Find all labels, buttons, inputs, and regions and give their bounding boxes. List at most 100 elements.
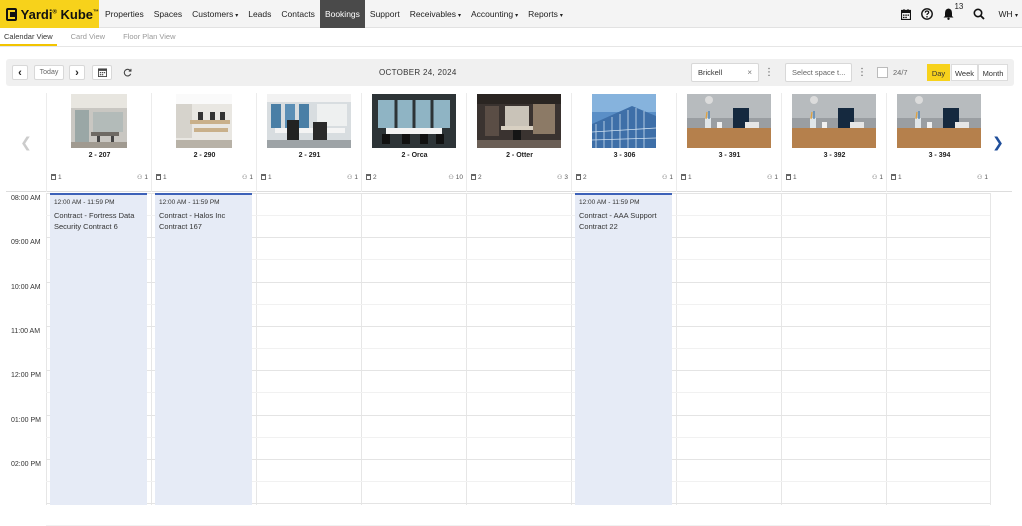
desk-icon bbox=[366, 174, 371, 180]
booking-title: Contract - Fortress Data Security Contra… bbox=[54, 211, 135, 231]
location-select[interactable]: Brickell × bbox=[691, 63, 759, 82]
date-picker-button[interactable] bbox=[92, 65, 112, 80]
resource-meta: 2 ⚇ 10 bbox=[362, 174, 467, 184]
time-label: 10:00 AM bbox=[11, 283, 41, 291]
nav-item-contacts[interactable]: Contacts bbox=[276, 0, 320, 28]
yardi-kube-logo[interactable]: Yardi® Kube™ bbox=[0, 0, 99, 28]
all-day-checkbox[interactable] bbox=[877, 67, 888, 78]
resource-column[interactable]: 2 - 207 1 ⚇ 1 bbox=[46, 93, 151, 192]
clear-location-icon[interactable]: × bbox=[747, 64, 752, 81]
desk-count: 2 bbox=[471, 174, 482, 181]
booking-event[interactable]: 12:00 AM - 11:59 PM Contract - AAA Suppor… bbox=[575, 193, 672, 505]
capacity-count: ⚇ 10 bbox=[448, 174, 463, 181]
capacity-value: 1 bbox=[774, 174, 778, 181]
view-month-button[interactable]: Month bbox=[978, 64, 1008, 81]
resource-meta: 1 ⚇ 1 bbox=[677, 174, 782, 184]
desk-icon bbox=[786, 174, 791, 180]
resource-meta: 1 ⚇ 1 bbox=[887, 174, 992, 184]
desk-count: 1 bbox=[51, 174, 62, 181]
help-icon[interactable] bbox=[921, 8, 934, 20]
resource-column[interactable]: 3 - 392 1 ⚇ 1 bbox=[781, 93, 886, 192]
resource-name: 2 - 290 bbox=[193, 152, 216, 159]
nav-item-bookings[interactable]: Bookings bbox=[319, 0, 365, 28]
capacity-count: ⚇ 1 bbox=[347, 174, 358, 181]
space-type-select[interactable]: Select space t... bbox=[785, 63, 852, 82]
time-label: 09:00 AM bbox=[11, 239, 41, 247]
resource-column[interactable]: 3 - 306 2 ⚇ 1 bbox=[571, 93, 676, 192]
nav-item-label: Spaces bbox=[153, 9, 183, 19]
nav-item-properties[interactable]: Properties bbox=[100, 0, 149, 28]
desk-count-value: 2 bbox=[583, 174, 587, 181]
previous-day-button[interactable]: ‹ bbox=[12, 65, 28, 80]
capacity-value: 3 bbox=[564, 174, 568, 181]
user-menu[interactable]: WH ▾ bbox=[998, 9, 1018, 19]
desk-icon bbox=[471, 174, 476, 180]
nav-item-receivables[interactable]: Receivables ▾ bbox=[405, 0, 466, 28]
notification-count: 13 bbox=[954, 2, 964, 11]
desk-icon bbox=[891, 174, 896, 180]
bell-icon[interactable]: 13 bbox=[943, 2, 963, 20]
desk-icon bbox=[156, 174, 161, 180]
capacity-value: 1 bbox=[669, 174, 673, 181]
calendar-toolbar: ‹ Today › OCTOBER 24, 2024 Brickell × ⋮ … bbox=[6, 59, 1014, 86]
resource-column[interactable]: 3 - 391 1 ⚇ 1 bbox=[676, 93, 781, 192]
logo-text: Yardi bbox=[20, 6, 53, 22]
booking-time: 12:00 AM - 11:59 PM bbox=[54, 199, 115, 206]
resource-meta: 2 ⚇ 3 bbox=[467, 174, 572, 184]
space-options-kebab-icon[interactable]: ⋮ bbox=[855, 63, 869, 82]
view-week-button[interactable]: Week bbox=[951, 64, 978, 81]
desk-count: 2 bbox=[576, 174, 587, 181]
refresh-icon[interactable] bbox=[120, 65, 134, 80]
nav-item-customers[interactable]: Customers ▾ bbox=[187, 0, 243, 28]
scroll-left-arrow-icon[interactable]: ❮ bbox=[6, 93, 46, 192]
people-icon: ⚇ bbox=[871, 174, 878, 181]
nav-item-label: Receivables bbox=[409, 9, 456, 19]
nav-item-leads[interactable]: Leads bbox=[243, 0, 276, 28]
tab-calendar-view[interactable]: Calendar View bbox=[0, 28, 57, 46]
capacity-value: 10 bbox=[455, 174, 463, 181]
resource-column[interactable]: 2 - Otter 2 ⚇ 3 bbox=[466, 93, 571, 192]
resource-column[interactable]: 2 - Orca 2 ⚇ 10 bbox=[361, 93, 466, 192]
time-label: 11:00 AM bbox=[11, 327, 41, 335]
location-options-kebab-icon[interactable]: ⋮ bbox=[762, 63, 776, 82]
nav-item-spaces[interactable]: Spaces bbox=[149, 0, 187, 28]
booking-title: Contract - AAA Support Contract 22 bbox=[579, 211, 657, 231]
resource-column[interactable]: 2 - 290 1 ⚇ 1 bbox=[151, 93, 256, 192]
nav-item-support[interactable]: Support bbox=[365, 0, 405, 28]
booking-time: 12:00 AM - 11:59 PM bbox=[159, 199, 220, 206]
desk-count-value: 1 bbox=[268, 174, 272, 181]
nav-item-accounting[interactable]: Accounting ▾ bbox=[466, 0, 523, 28]
time-label: 01:00 PM bbox=[11, 416, 41, 424]
people-icon: ⚇ bbox=[136, 174, 143, 181]
capacity-count: ⚇ 1 bbox=[872, 174, 883, 181]
time-label: 08:00 AM bbox=[11, 195, 41, 202]
space-photo bbox=[267, 94, 351, 148]
search-icon[interactable] bbox=[973, 8, 986, 20]
resource-column[interactable]: 2 - 291 1 ⚇ 1 bbox=[256, 93, 361, 192]
next-day-button[interactable]: › bbox=[69, 65, 85, 80]
user-menu-caret-icon: ▾ bbox=[1014, 13, 1018, 19]
top-navigation: Yardi® Kube™ Properties Spaces Customers ▾ L… bbox=[0, 0, 1022, 28]
resource-column[interactable]: 3 - 394 1 ⚇ 1 bbox=[886, 93, 991, 192]
booking-event[interactable]: 12:00 AM - 11:59 PM Contract - Fortress D… bbox=[50, 193, 147, 505]
capacity-value: 1 bbox=[144, 174, 148, 181]
capacity-count: ⚇ 1 bbox=[242, 174, 253, 181]
calendar-icon[interactable] bbox=[901, 8, 912, 20]
booking-event[interactable]: 12:00 AM - 11:59 PM Contract - Halos Inc … bbox=[155, 193, 252, 505]
current-date-label: OCTOBER 24, 2024 bbox=[379, 68, 457, 77]
caret-down-icon: ▾ bbox=[458, 13, 462, 19]
view-day-button[interactable]: Day bbox=[927, 64, 950, 81]
people-icon: ⚇ bbox=[976, 174, 983, 181]
space-photo bbox=[897, 94, 981, 148]
desk-count-value: 1 bbox=[58, 174, 62, 181]
time-label: 02:00 PM bbox=[11, 460, 41, 468]
nav-item-label: Bookings bbox=[324, 9, 360, 19]
main-menu: Properties Spaces Customers ▾ Leads Contacts B… bbox=[100, 0, 568, 28]
today-button[interactable]: Today bbox=[34, 65, 64, 80]
tab-card-view[interactable]: Card View bbox=[67, 28, 109, 46]
resource-name: 3 - 391 bbox=[718, 152, 741, 159]
people-icon: ⚇ bbox=[448, 174, 454, 181]
today-label: Today bbox=[39, 69, 59, 76]
nav-item-reports[interactable]: Reports ▾ bbox=[523, 0, 568, 28]
tab-floor-plan-view[interactable]: Floor Plan View bbox=[119, 28, 179, 46]
